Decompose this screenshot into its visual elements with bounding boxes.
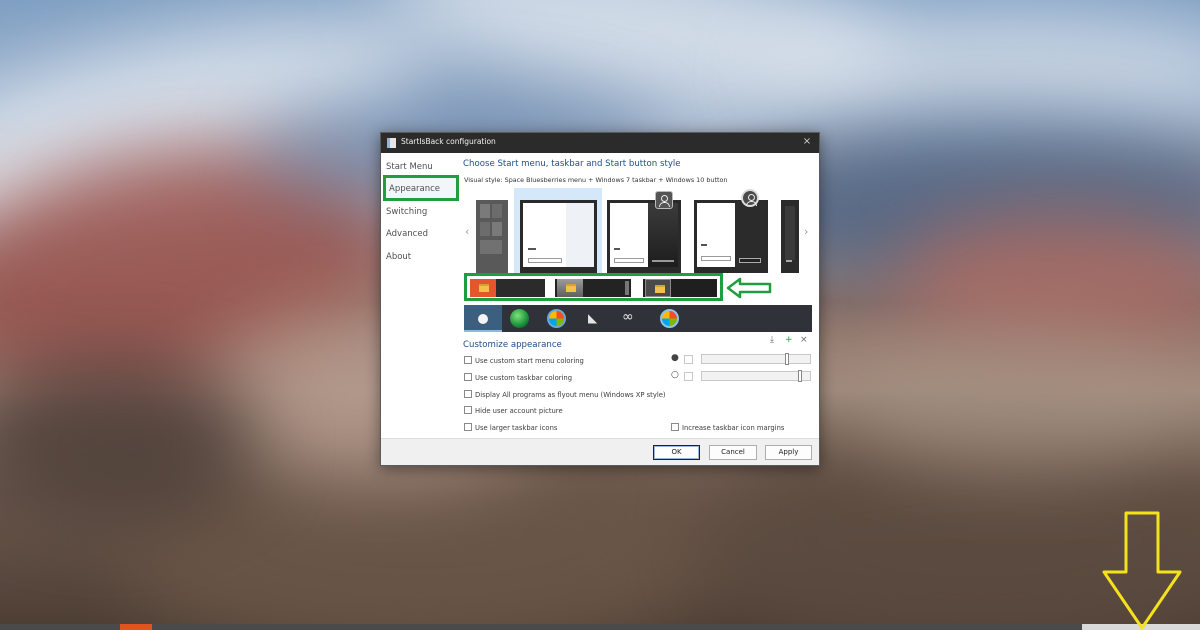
remove-icon[interactable]: × bbox=[800, 335, 808, 345]
style-heading: Choose Start menu, taskbar and Start but… bbox=[463, 159, 681, 169]
start-button-style-2[interactable] bbox=[510, 309, 529, 328]
start-button-style-6[interactable] bbox=[660, 309, 679, 328]
taskbar-style-3[interactable] bbox=[643, 279, 717, 297]
start-button-style-4[interactable]: ◣ bbox=[588, 311, 597, 325]
left-arrow-annotation-icon bbox=[726, 277, 772, 299]
menu-style-thumb-3[interactable] bbox=[607, 200, 681, 273]
close-icon[interactable]: × bbox=[800, 135, 814, 149]
nav-item-about[interactable]: About bbox=[386, 252, 411, 262]
prev-style-icon[interactable]: ‹ bbox=[465, 225, 469, 238]
settings-nav: Start Menu Appearance Switching Advanced… bbox=[381, 153, 461, 443]
option-larger-taskbar-icons[interactable]: Use larger taskbar icons bbox=[464, 423, 557, 432]
start-button-style-5[interactable]: ∞ bbox=[622, 309, 634, 325]
menu-style-thumb-2[interactable] bbox=[520, 200, 597, 273]
cancel-button[interactable]: Cancel bbox=[709, 445, 757, 460]
visual-style-label: Visual style: bbox=[464, 176, 503, 184]
checkbox[interactable] bbox=[464, 390, 472, 398]
taskbar-start-button[interactable] bbox=[120, 624, 152, 630]
checkbox[interactable] bbox=[464, 356, 472, 364]
start-button-style-3[interactable] bbox=[547, 309, 566, 328]
nav-item-advanced[interactable]: Advanced bbox=[386, 229, 428, 239]
taskbar-style-1[interactable] bbox=[470, 279, 545, 297]
menu-color-swatch[interactable] bbox=[684, 355, 693, 364]
next-style-icon[interactable]: › bbox=[804, 225, 808, 238]
checkbox[interactable] bbox=[671, 423, 679, 431]
menu-style-thumb-4[interactable] bbox=[694, 200, 768, 273]
color-drop-filled-icon: ● bbox=[671, 353, 679, 363]
title-bar[interactable]: StartIsBack configuration × bbox=[381, 133, 819, 153]
option-icon-margins[interactable]: Increase taskbar icon margins bbox=[671, 423, 784, 432]
app-icon bbox=[387, 138, 396, 148]
option-flyout-menu[interactable]: Display All programs as flyout menu (Win… bbox=[464, 390, 666, 399]
menu-style-thumb-1[interactable] bbox=[476, 200, 508, 273]
dialog-title: StartIsBack configuration bbox=[401, 137, 496, 146]
user-avatar-round-icon bbox=[741, 189, 759, 207]
folder-icon bbox=[479, 284, 489, 292]
checkbox[interactable] bbox=[464, 373, 472, 381]
start-button-styles: ◣ ∞ bbox=[464, 305, 812, 332]
color-drop-outline-icon: ○ bbox=[671, 370, 679, 380]
ok-button[interactable]: OK bbox=[653, 445, 700, 460]
option-custom-taskbar-coloring[interactable]: Use custom taskbar coloring bbox=[464, 373, 572, 382]
taskbar-color-slider[interactable] bbox=[701, 370, 811, 382]
customize-heading: Customize appearance bbox=[463, 340, 562, 350]
folder-icon bbox=[655, 285, 665, 293]
nav-item-switching[interactable]: Switching bbox=[386, 207, 427, 217]
checkbox[interactable] bbox=[464, 406, 472, 414]
start-button-style-1[interactable] bbox=[464, 305, 502, 332]
menu-style-thumb-5[interactable] bbox=[781, 200, 799, 273]
config-dialog: StartIsBack configuration × Start Menu A… bbox=[380, 132, 820, 466]
taskbar-style-2[interactable] bbox=[555, 279, 631, 297]
dialog-footer: OK Cancel Apply bbox=[381, 438, 819, 465]
option-custom-start-menu-coloring[interactable]: Use custom start menu coloring bbox=[464, 356, 584, 365]
add-icon[interactable]: + bbox=[785, 335, 793, 345]
checkbox[interactable] bbox=[464, 423, 472, 431]
nav-item-appearance[interactable]: Appearance bbox=[383, 175, 459, 201]
apply-button[interactable]: Apply bbox=[765, 445, 812, 460]
nav-item-start-menu[interactable]: Start Menu bbox=[386, 162, 433, 172]
taskbar-color-swatch[interactable] bbox=[684, 372, 693, 381]
down-arrow-annotation-icon bbox=[1102, 511, 1182, 630]
option-hide-user-picture[interactable]: Hide user account picture bbox=[464, 406, 563, 415]
download-icon[interactable]: ⤓ bbox=[770, 335, 774, 345]
folder-icon bbox=[566, 284, 576, 292]
slider-thumb[interactable] bbox=[785, 353, 789, 365]
visual-style-value: Space Bluesberries menu + Windows 7 task… bbox=[504, 176, 728, 184]
slider-thumb[interactable] bbox=[798, 370, 802, 382]
user-picture-icon bbox=[655, 191, 673, 209]
system-taskbar bbox=[0, 624, 1200, 630]
menu-color-slider[interactable] bbox=[701, 353, 811, 365]
visual-style-line: Visual style: Space Bluesberries menu + … bbox=[464, 176, 727, 184]
